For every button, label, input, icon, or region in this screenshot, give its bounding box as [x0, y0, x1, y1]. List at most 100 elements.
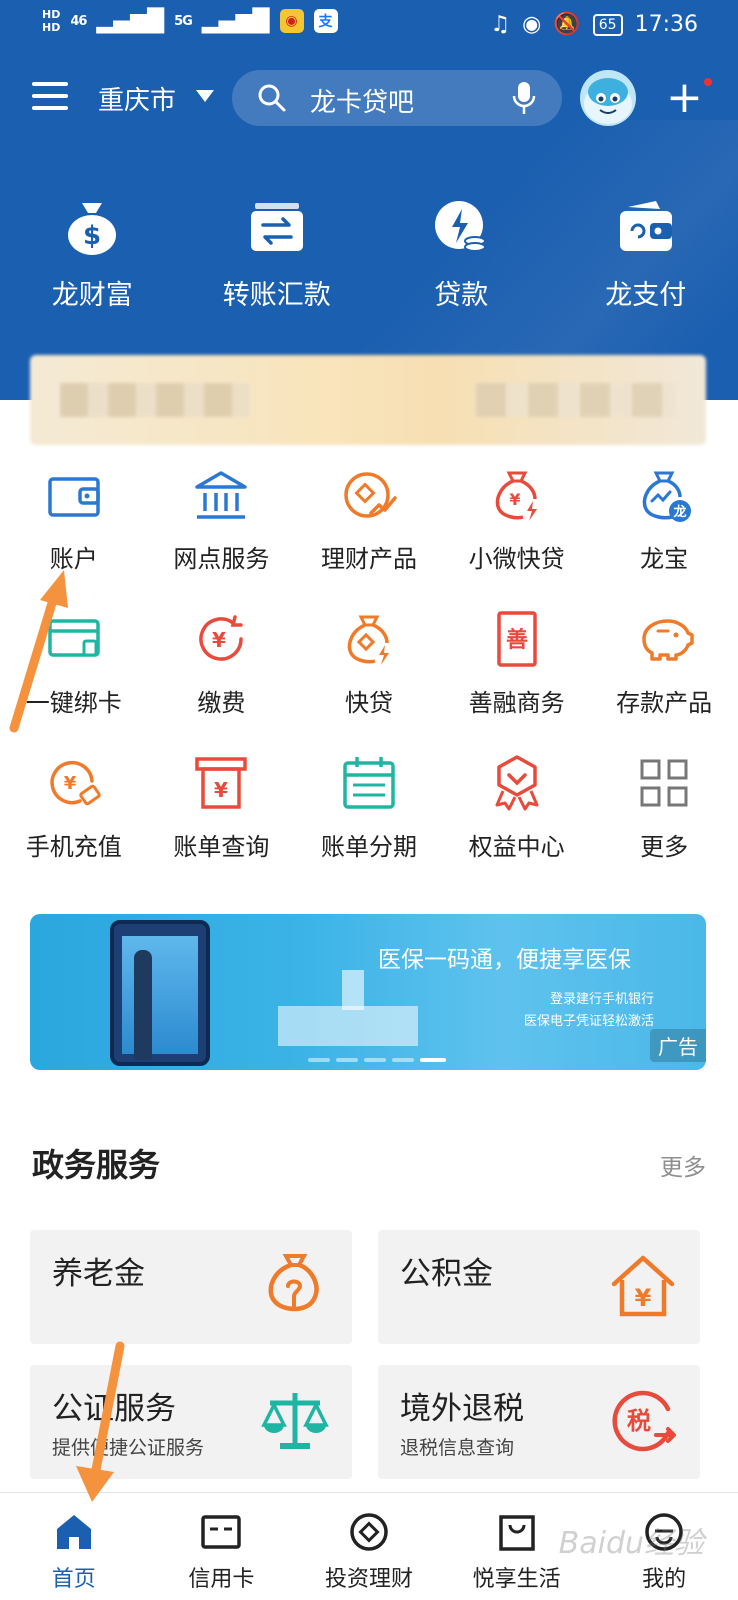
- coin-chart-icon: [344, 472, 397, 518]
- carousel-dot[interactable]: [336, 1058, 358, 1062]
- grid-item-label: 小微快贷: [468, 545, 565, 573]
- top-nav: 重庆市 龙卡贷吧 +: [0, 68, 738, 130]
- grid-item-installment[interactable]: 账单分期: [295, 753, 443, 897]
- loan-icon: [435, 201, 487, 252]
- add-icon[interactable]: +: [666, 76, 703, 120]
- carousel-dot-active[interactable]: [420, 1058, 446, 1062]
- card-notary[interactable]: 公证服务 提供便捷公证服务: [30, 1365, 352, 1479]
- banner-headline: 医保一码通，便捷享医保: [378, 947, 631, 973]
- account-summary-blurred[interactable]: [30, 355, 706, 445]
- grid-item-deposit[interactable]: 存款产品: [590, 609, 738, 753]
- money-bag-icon: $: [68, 203, 117, 255]
- grid-item-label: 一键绑卡: [25, 689, 122, 717]
- quick-item-loan[interactable]: 贷款: [369, 195, 554, 335]
- grid-item-label: 存款产品: [616, 689, 713, 717]
- svg-text:¥: ¥: [214, 778, 228, 802]
- eye-icon: ◉: [522, 12, 542, 37]
- grid-item-label: 网点服务: [173, 545, 270, 573]
- headset-icon: ♫: [490, 12, 511, 37]
- promo-banner[interactable]: 医保一码通，便捷享医保 登录建行手机银行 医保电子凭证轻松激活 广告: [30, 914, 706, 1070]
- grid-item-label: 善融商务: [468, 689, 565, 717]
- quick-item-transfer[interactable]: 转账汇款: [185, 195, 370, 335]
- grid-item-label: 理财产品: [320, 545, 417, 573]
- grid-item-benefits[interactable]: 权益中心: [443, 753, 591, 897]
- menu-icon[interactable]: [32, 82, 68, 112]
- shopping-bag-icon: [498, 1515, 535, 1551]
- svg-text:¥: ¥: [635, 1284, 652, 1312]
- card-tax-refund[interactable]: 境外退税 退税信息查询 税: [378, 1365, 700, 1479]
- watermark: Baidu经验: [558, 1526, 704, 1561]
- grid-item-label: 更多: [640, 833, 689, 861]
- money-bag-bolt-icon: ¥: [495, 471, 537, 521]
- grid-item-shanrong[interactable]: 善 善融商务: [443, 609, 591, 753]
- tab-invest[interactable]: 投资理财: [295, 1493, 443, 1600]
- credit-card-icon: [201, 1515, 242, 1549]
- card-title: 公积金: [400, 1256, 493, 1292]
- avatar[interactable]: [580, 70, 636, 126]
- grid-item-more[interactable]: 更多: [590, 753, 738, 897]
- house-yuan-icon: ¥: [611, 1255, 675, 1317]
- notification-dot: [702, 76, 714, 88]
- microphone-icon[interactable]: [512, 80, 536, 116]
- grid-item-label: 缴费: [197, 689, 246, 717]
- card-pension[interactable]: 养老金: [30, 1230, 352, 1344]
- quick-item-wealth[interactable]: $ 龙财富: [0, 195, 185, 335]
- weibo-icon: ◉: [279, 9, 304, 33]
- quick-actions: $ 龙财富 转账汇款 贷款 龙支付: [0, 195, 738, 335]
- city-selector[interactable]: 重庆市: [98, 80, 176, 117]
- carousel-dot[interactable]: [308, 1058, 330, 1062]
- svg-text:¥: ¥: [509, 490, 520, 509]
- carousel-dot[interactable]: [392, 1058, 414, 1062]
- service-grid: 账户 网点服务 理财产品 ¥ 小微快贷 龙 龙宝 一键绑卡 ¥ 缴费 快贷 善 …: [0, 465, 738, 897]
- grid-item-micro-loan[interactable]: ¥ 小微快贷: [443, 465, 591, 609]
- tab-label: 首页: [51, 1567, 96, 1592]
- recharge-icon: ¥: [50, 760, 101, 806]
- grid-item-payment[interactable]: ¥ 缴费: [148, 609, 296, 753]
- svg-text:$: $: [83, 221, 101, 251]
- tab-label: 投资理财: [324, 1567, 413, 1592]
- grid-item-recharge[interactable]: ¥ 手机充值: [0, 753, 148, 897]
- search-icon: [258, 84, 286, 112]
- grid-item-longbao[interactable]: 龙 龙宝: [590, 465, 738, 609]
- quick-item-longpay[interactable]: 龙支付: [554, 195, 738, 335]
- grid-item-label: 账单分期: [320, 833, 417, 861]
- grid-item-label: 账户: [49, 545, 98, 573]
- grid-item-wealth-products[interactable]: 理财产品: [295, 465, 443, 609]
- grid-item-branch[interactable]: 网点服务: [148, 465, 296, 609]
- signal-icon-5g: 5G: [174, 13, 193, 29]
- card-housing-fund[interactable]: 公积金 ¥: [378, 1230, 700, 1344]
- wallet-icon: [619, 201, 672, 251]
- tab-credit-card[interactable]: 信用卡: [148, 1493, 296, 1600]
- grid-item-label: 快贷: [344, 689, 393, 717]
- clock: 17:36: [634, 12, 698, 37]
- tab-label: 信用卡: [188, 1567, 255, 1592]
- ad-badge: 广告: [650, 1029, 706, 1062]
- card-subtitle: 提供便捷公证服务: [52, 1437, 205, 1459]
- svg-text:税: 税: [627, 1407, 651, 1435]
- bill-query-icon: ¥: [195, 757, 248, 809]
- grid-more-icon: [640, 759, 688, 807]
- chevron-down-icon[interactable]: [196, 90, 214, 102]
- grid-item-bill-query[interactable]: ¥ 账单查询: [148, 753, 296, 897]
- grid-item-label: 账单查询: [173, 833, 270, 861]
- search-input[interactable]: 龙卡贷吧: [232, 70, 562, 126]
- grid-item-quick-loan[interactable]: 快贷: [295, 609, 443, 753]
- card-title: 境外退税: [400, 1391, 524, 1427]
- banner-line1: 登录建行手机银行: [549, 992, 654, 1007]
- badge-icon: [495, 755, 539, 811]
- svg-text:¥: ¥: [64, 773, 77, 794]
- more-link[interactable]: 更多: [660, 1148, 706, 1182]
- dragon-bag-icon: 龙: [642, 471, 692, 522]
- tab-label: 我的: [642, 1567, 687, 1592]
- invest-icon: [350, 1513, 388, 1551]
- pension-bag-icon: [268, 1254, 319, 1312]
- card-title: 公证服务: [52, 1391, 176, 1427]
- tab-label: 悦享生活: [472, 1567, 561, 1592]
- carousel-dot[interactable]: [364, 1058, 386, 1062]
- grid-item-label: 手机充值: [25, 833, 122, 861]
- grid-item-account[interactable]: 账户: [0, 465, 148, 609]
- grid-item-bind-card[interactable]: 一键绑卡: [0, 609, 148, 753]
- tab-home[interactable]: 首页: [0, 1493, 148, 1600]
- svg-text:善: 善: [506, 627, 528, 653]
- svg-text:龙: 龙: [674, 504, 687, 520]
